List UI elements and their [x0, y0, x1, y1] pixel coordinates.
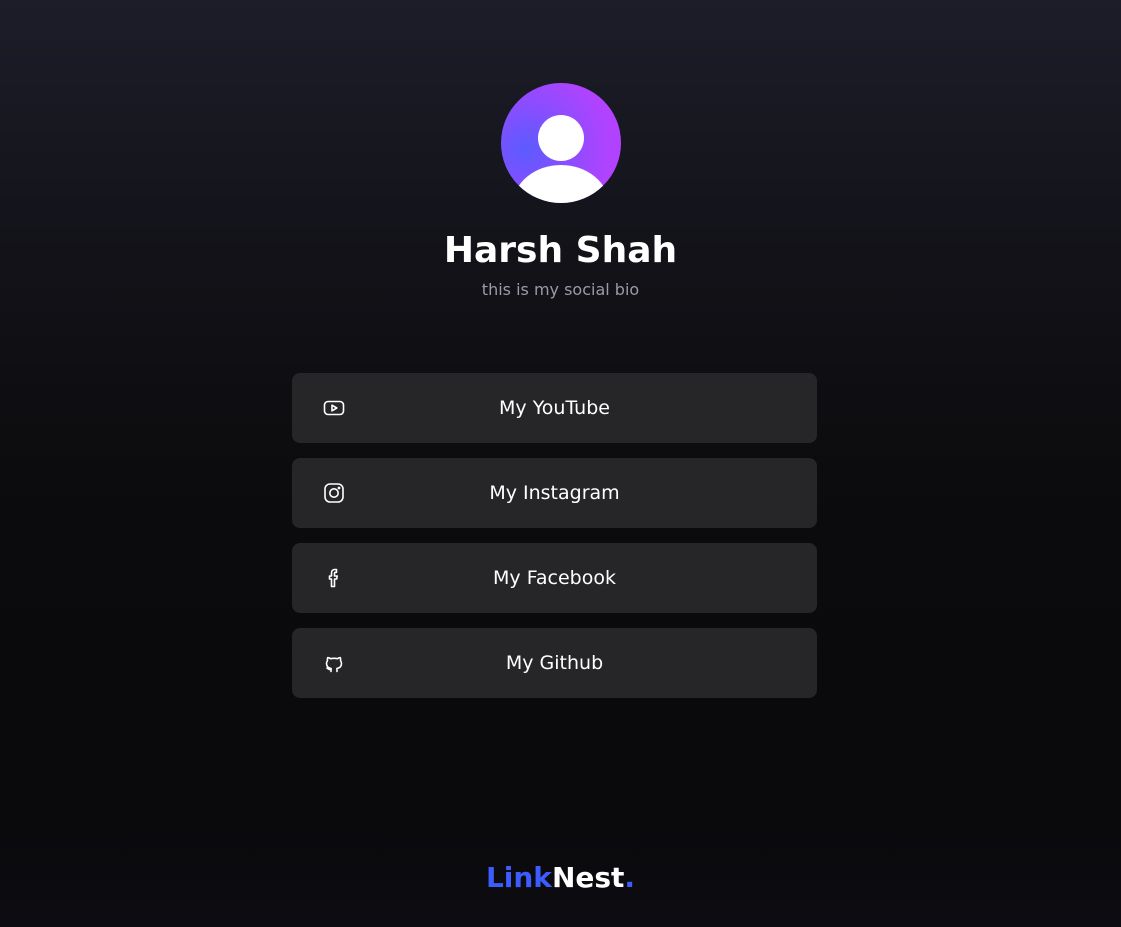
logo-part-dot: .: [624, 861, 636, 894]
user-avatar-icon: [500, 83, 621, 203]
instagram-icon: [322, 481, 346, 505]
logo-part-nest: Nest: [551, 861, 625, 894]
facebook-link-button[interactable]: My Facebook: [292, 543, 817, 613]
youtube-link-button[interactable]: My YouTube: [292, 373, 817, 443]
instagram-link-button[interactable]: My Instagram: [292, 458, 817, 528]
avatar-shoulders: [512, 165, 609, 203]
github-link-button[interactable]: My Github: [292, 628, 817, 698]
github-link-label: My Github: [505, 652, 604, 674]
profile-name: Harsh Shah: [443, 230, 678, 271]
linknest-logo[interactable]: LinkNest.: [0, 858, 1121, 898]
facebook-icon: [322, 566, 346, 590]
profile-header: Harsh Shah this is my social bio: [0, 83, 1121, 301]
instagram-link-label: My Instagram: [489, 482, 620, 504]
facebook-link-label: My Facebook: [493, 567, 616, 589]
profile-bio: this is my social bio: [481, 280, 640, 299]
avatar-head: [537, 115, 584, 161]
link-list: My YouTube My Instagram My Facebook My G…: [292, 373, 817, 713]
youtube-icon: [322, 396, 346, 420]
github-icon: [322, 651, 346, 675]
youtube-link-label: My YouTube: [499, 397, 610, 419]
logo-part-link: Link: [485, 861, 552, 894]
